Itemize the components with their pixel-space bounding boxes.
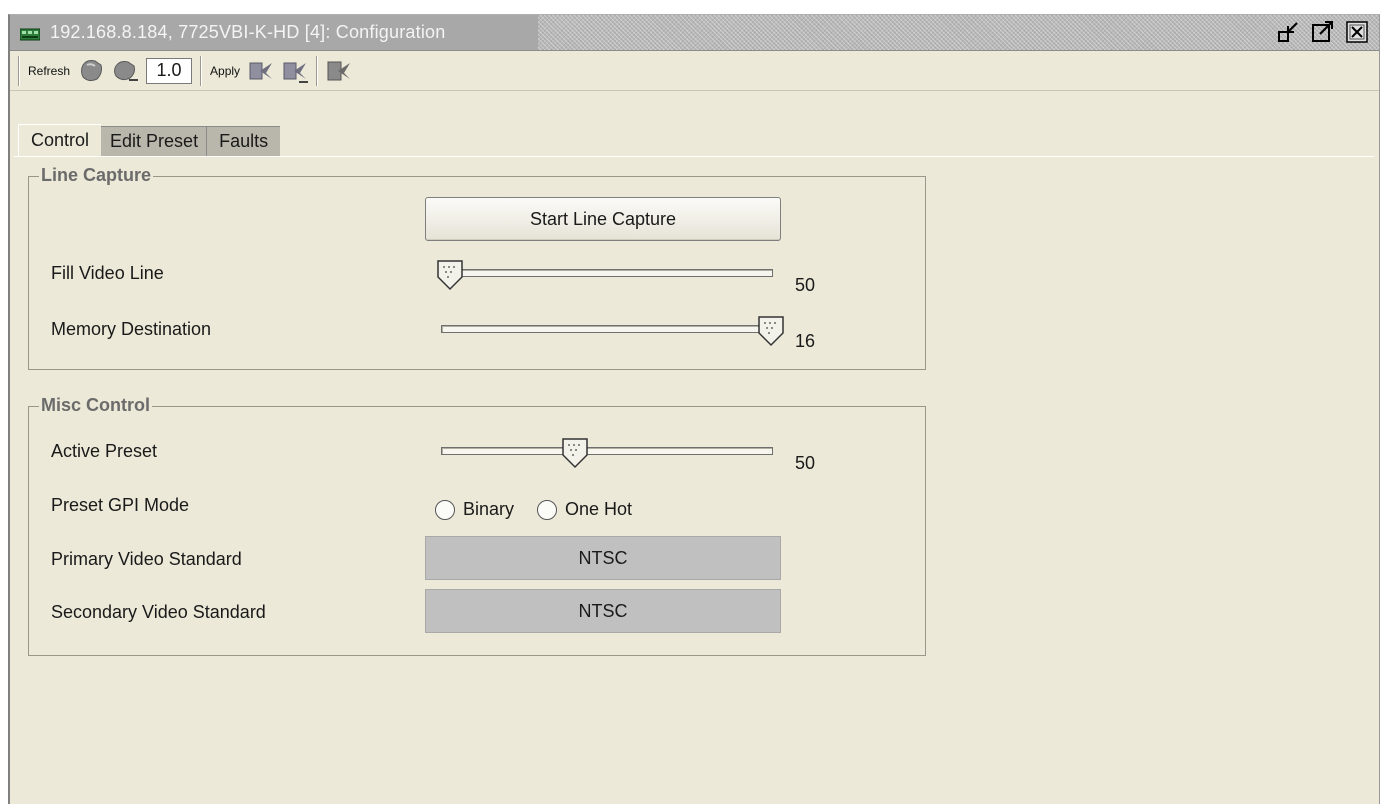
active-preset-thumb[interactable] [561, 437, 589, 469]
tab-control[interactable]: Control [18, 124, 102, 156]
refresh-label[interactable]: Refresh [28, 64, 70, 78]
tab-faults[interactable]: Faults [206, 126, 281, 156]
fill-video-line-slider[interactable] [441, 269, 773, 277]
active-preset-slider[interactable] [441, 447, 773, 455]
preset-gpi-mode-label: Preset GPI Mode [51, 495, 190, 515]
active-preset-value: 50 [795, 453, 816, 473]
secondary-video-standard-label: Secondary Video Standard [51, 602, 266, 622]
toolbar-separator [18, 55, 20, 86]
configuration-window: 192.168.8.184, 7725VBI-K-HD [4]: Configu… [8, 14, 1380, 804]
title-block: 192.168.8.184, 7725VBI-K-HD [4]: Configu… [10, 15, 538, 50]
binary-radio[interactable] [435, 500, 455, 520]
tab-edit-preset[interactable]: Edit Preset [97, 126, 211, 156]
memory-destination-label: Memory Destination [51, 319, 212, 339]
fill-video-line-label: Fill Video Line [51, 263, 164, 283]
line-capture-group: Line Capture Start Line Capture Fill Vid… [28, 165, 926, 370]
secondary-video-standard-select[interactable]: NTSC [425, 589, 781, 633]
apply-label[interactable]: Apply [210, 64, 240, 78]
title-bar[interactable]: 192.168.8.184, 7725VBI-K-HD [4]: Configu… [10, 15, 1379, 51]
primary-video-standard-select[interactable]: NTSC [425, 536, 781, 580]
one-hot-radio[interactable] [537, 500, 557, 520]
apply-step-icon[interactable] [281, 57, 309, 85]
restore-icon[interactable] [1277, 20, 1301, 44]
fill-video-line-thumb[interactable] [436, 259, 464, 291]
network-card-icon [19, 26, 41, 40]
primary-video-standard-label: Primary Video Standard [51, 549, 242, 569]
apply-icon[interactable] [247, 57, 275, 85]
memory-destination-value: 16 [795, 331, 816, 351]
memory-destination-slider[interactable] [441, 325, 773, 333]
fill-video-line-value: 50 [795, 275, 816, 295]
active-preset-label: Active Preset [51, 441, 158, 461]
version-field[interactable]: 1.0 [146, 57, 193, 84]
tab-bar: Control Edit Preset Faults [18, 116, 281, 156]
misc-control-group: Misc Control Active Preset 50 Preset GPI… [28, 395, 926, 656]
apply-all-icon[interactable] [325, 57, 353, 85]
refresh-step-icon[interactable] [111, 57, 139, 85]
line-capture-title: Line Capture [39, 165, 154, 186]
toolbar-separator [316, 55, 319, 86]
close-icon[interactable] [1345, 20, 1369, 44]
refresh-icon[interactable] [77, 57, 105, 85]
toolbar: Refresh 1.0 Apply [10, 51, 1379, 91]
tab-content-border [14, 156, 1374, 157]
memory-destination-thumb[interactable] [757, 315, 785, 347]
one-hot-radio-label[interactable]: One Hot [565, 499, 632, 520]
start-line-capture-button[interactable]: Start Line Capture [425, 197, 781, 241]
misc-control-title: Misc Control [39, 395, 153, 416]
toolbar-separator [200, 55, 203, 86]
window-title: 192.168.8.184, 7725VBI-K-HD [4]: Configu… [50, 22, 446, 42]
maximize-icon[interactable] [1311, 20, 1335, 44]
binary-radio-label[interactable]: Binary [463, 499, 514, 520]
